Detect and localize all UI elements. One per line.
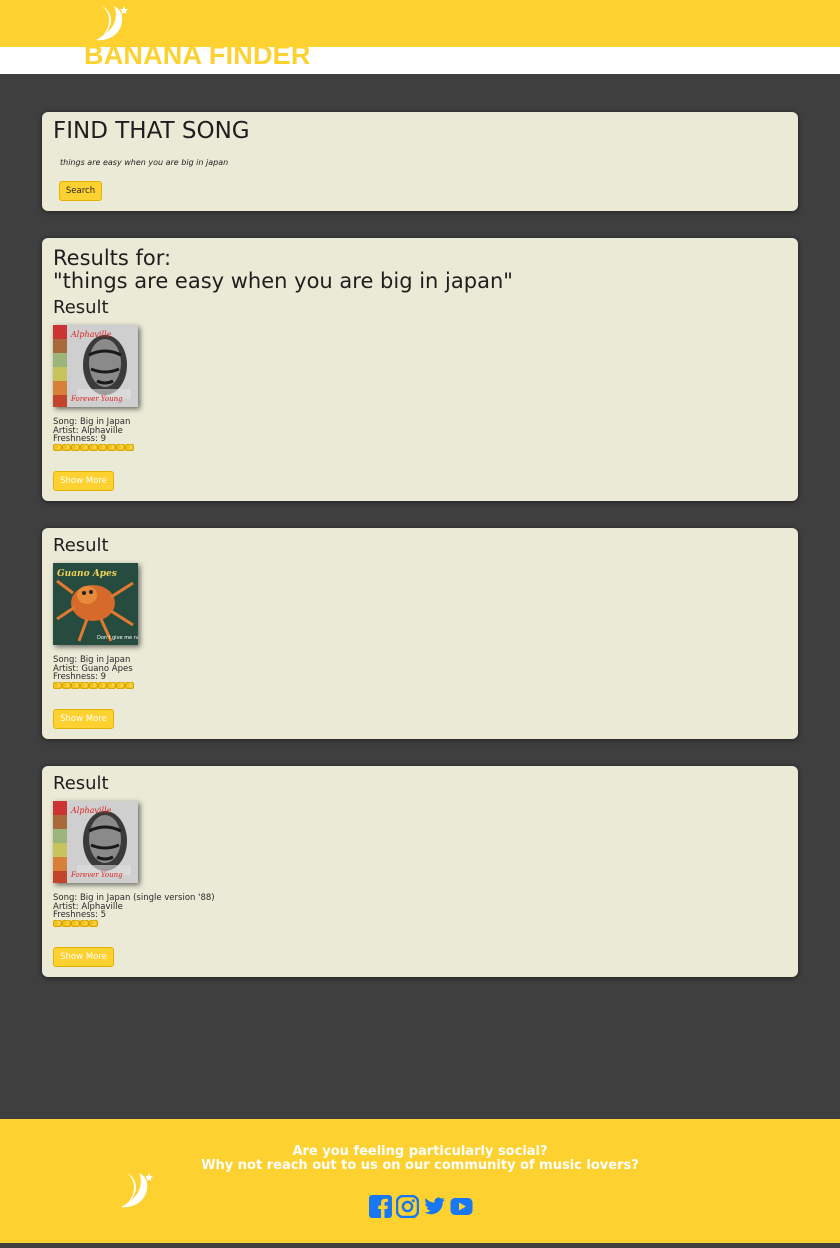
brand-title[interactable]: BANANA FINDER [84, 40, 311, 71]
banana-moon-icon[interactable] [113, 1169, 157, 1211]
show-more-button[interactable]: Show More [53, 709, 114, 729]
banana-rating-icon: ☽ [125, 444, 134, 451]
freshness-text: Freshness: 5 [53, 910, 107, 921]
result-card: Results for: "things are easy when you a… [42, 238, 798, 501]
banana-rating-icon: ☽ [71, 682, 80, 689]
freshness-rating: ☽ ☽ ☽ ☽ ☽ ☽ ☽ ☽ ☽ [53, 682, 134, 689]
social-links [369, 1195, 473, 1218]
freshness-rating: ☽ ☽ ☽ ☽ ☽ ☽ ☽ ☽ ☽ [53, 444, 134, 451]
banana-rating-icon: ☽ [62, 682, 71, 689]
show-more-button[interactable]: Show More [53, 471, 114, 491]
results-query: "things are easy when you are big in jap… [53, 269, 513, 293]
banana-rating-icon: ☽ [80, 682, 89, 689]
result-card: Result Guano Apes Don't give me names So… [42, 528, 798, 739]
album-cover-guano-apes[interactable]: Guano Apes Don't give me names [53, 563, 138, 645]
search-button[interactable]: Search [59, 181, 102, 201]
results-heading-label: Results for: [53, 246, 172, 270]
svg-text:Guano Apes: Guano Apes [57, 569, 117, 579]
album-cover-alphaville[interactable]: Alphaville Forever Young [53, 325, 138, 407]
banana-rating-icon: ☽ [62, 920, 71, 927]
search-title: FIND THAT SONG [53, 118, 250, 144]
freshness-rating: ☽ ☽ ☽ ☽ ☽ [53, 920, 98, 927]
search-card: FIND THAT SONG Search [42, 112, 798, 211]
results-heading: Results for: "things are easy when you a… [53, 247, 513, 293]
banana-rating-icon: ☽ [107, 682, 116, 689]
banana-rating-icon: ☽ [53, 920, 62, 927]
banana-rating-icon: ☽ [71, 920, 80, 927]
svg-text:Forever Young: Forever Young [70, 871, 123, 879]
banana-rating-icon: ☽ [80, 444, 89, 451]
instagram-icon[interactable] [396, 1195, 419, 1218]
result-label: Result [53, 773, 109, 794]
search-input[interactable] [60, 155, 360, 169]
twitter-icon[interactable] [423, 1195, 446, 1218]
banana-rating-icon: ☽ [53, 682, 62, 689]
banana-rating-icon: ☽ [53, 444, 62, 451]
show-more-button[interactable]: Show More [53, 947, 114, 967]
banana-rating-icon: ☽ [89, 682, 98, 689]
footer-bottom-bar [0, 1243, 840, 1248]
banana-rating-icon: ☽ [107, 444, 116, 451]
svg-text:Forever Young: Forever Young [70, 395, 123, 403]
banana-rating-icon: ☽ [98, 444, 107, 451]
result-card: Result Alphaville Forever Young Song: Bi… [42, 766, 798, 977]
facebook-icon[interactable] [369, 1195, 392, 1218]
banana-rating-icon: ☽ [125, 682, 134, 689]
banana-rating-icon: ☽ [98, 682, 107, 689]
freshness-text: Freshness: 9 [53, 672, 107, 683]
banana-moon-icon[interactable] [88, 2, 132, 44]
banana-rating-icon: ☽ [71, 444, 80, 451]
banana-rating-icon: ☽ [116, 682, 125, 689]
banana-rating-icon: ☽ [89, 920, 98, 927]
svg-text:Don't give me names: Don't give me names [97, 635, 138, 641]
freshness-text: Freshness: 9 [53, 434, 107, 445]
album-cover-alphaville[interactable]: Alphaville Forever Young [53, 801, 138, 883]
result-label: Result [53, 535, 109, 556]
banana-rating-icon: ☽ [89, 444, 98, 451]
banana-rating-icon: ☽ [116, 444, 125, 451]
banana-rating-icon: ☽ [62, 444, 71, 451]
svg-text:Alphaville: Alphaville [70, 806, 112, 815]
footer-line-1: Are you feeling particularly social? [292, 1144, 548, 1159]
youtube-icon[interactable] [450, 1195, 473, 1218]
footer: Are you feeling particularly social? Why… [0, 1119, 840, 1243]
result-label: Result [53, 297, 109, 318]
banana-rating-icon: ☽ [80, 920, 89, 927]
svg-text:Alphaville: Alphaville [70, 330, 112, 339]
